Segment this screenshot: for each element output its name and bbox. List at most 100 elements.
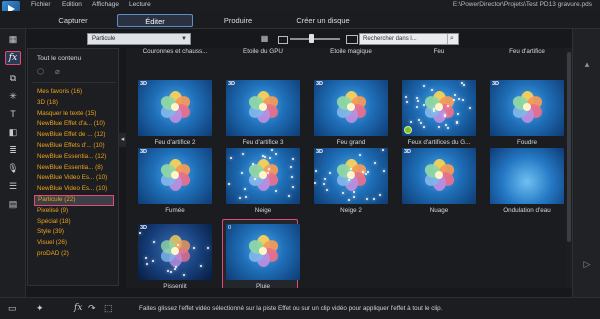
effect-tile[interactable]: Ondulation d'eau (490, 148, 566, 214)
effect-badge: 3D (316, 149, 324, 155)
effect-tile[interactable]: 3D Pissenlit (138, 224, 214, 288)
media-room-icon[interactable]: ▦ (5, 32, 21, 46)
menu-lecture[interactable]: Lecture (129, 1, 151, 8)
category-item[interactable]: NewBlue Essentia... (8) (34, 163, 114, 174)
effect-tile[interactable]: 3D Feu grand (314, 80, 390, 146)
category-item[interactable]: 3D (18) (34, 98, 114, 109)
effect-thumbnail[interactable]: 3D (490, 80, 564, 136)
sparkle (152, 259, 155, 262)
flower-graphic (333, 90, 369, 124)
effect-badge: 3D (228, 81, 236, 87)
effect-thumbnail[interactable]: 3D (138, 148, 212, 204)
effect-thumbnail[interactable]: 3D (138, 80, 212, 136)
effect-badge: 3D (140, 225, 148, 231)
effect-thumbnail[interactable]: 3D (314, 148, 388, 204)
play-icon[interactable]: ▷ (581, 259, 593, 271)
tag-icon[interactable]: ⬡ (37, 67, 47, 77)
tab-produire[interactable]: Produire (203, 14, 273, 27)
category-item[interactable]: Spécial (18) (34, 217, 114, 228)
category-item[interactable]: NewBlue Essentia... (12) (34, 152, 114, 163)
effect-thumbnail[interactable]: 3D (402, 148, 476, 204)
chevron-down-icon: ▼ (181, 36, 187, 42)
small-thumbnail-icon[interactable] (277, 33, 288, 44)
category-item[interactable]: NewBlue Video Es... (10) (34, 173, 114, 184)
category-dropdown[interactable]: Particule ▼ (87, 33, 191, 45)
grid-view-icon[interactable]: ▦ (259, 33, 270, 44)
effect-thumbnail[interactable]: 3D (314, 80, 388, 136)
delete-tag-icon[interactable]: ⌀ (55, 67, 65, 77)
category-item[interactable]: NewBlue Video Es... (10) (34, 184, 114, 195)
sparkle (417, 99, 420, 102)
title-room-icon[interactable]: T (5, 107, 21, 121)
effect-thumbnail[interactable]: 0 (226, 224, 300, 280)
tab-capturer[interactable]: Capturer (38, 14, 108, 27)
timeline-mode-icon[interactable]: ▭ (8, 303, 17, 314)
status-bar: ▭ ✦ fx ↷ ⬚ Faites glissez l'effet vidéo … (0, 297, 600, 319)
sparkle (455, 122, 458, 125)
sparkle (240, 171, 243, 174)
effect-thumbnail[interactable]: 3D (138, 224, 212, 280)
effect-thumbnail[interactable] (226, 148, 300, 204)
fx-apply-icon[interactable]: fx (74, 303, 82, 313)
category-item[interactable]: NewBlue Effet de ... (12) (34, 130, 114, 141)
menu-edition[interactable]: Edition (62, 1, 82, 8)
menu-fichier[interactable]: Fichier (31, 1, 51, 8)
category-item[interactable]: Pixelisé (9) (34, 206, 114, 217)
effect-tile[interactable]: 3D Foudre (490, 80, 566, 146)
effect-tile[interactable]: Feu (402, 48, 478, 55)
preview-scroll-icon[interactable]: ▴ (581, 59, 593, 71)
transition-room-icon[interactable]: ◧ (5, 125, 21, 139)
apply-to-clip-icon[interactable]: ↷ (88, 303, 96, 314)
effect-tile[interactable]: 3D Neige 2 (314, 148, 390, 214)
effect-tile[interactable]: Feux d'artifices du G... (402, 80, 478, 146)
sparkle (359, 154, 362, 157)
effect-tile[interactable]: 3D Fumée (138, 148, 214, 214)
menu-affichage[interactable]: Affichage (92, 1, 119, 8)
effect-tile[interactable]: Neige (226, 148, 302, 214)
effect-tile[interactable]: 0 Pluie (222, 219, 300, 288)
category-item[interactable]: Mes favoris (16) (34, 87, 114, 98)
subtitle-room-icon[interactable]: ▤ (5, 197, 21, 211)
search-input[interactable]: Rechercher dans l... ⌕ (359, 33, 459, 45)
effect-tile[interactable]: Couronnes et chauss... (138, 48, 214, 55)
category-item[interactable]: Particule (22) (34, 194, 114, 206)
search-icon[interactable]: ⌕ (447, 34, 456, 44)
magic-wand-icon[interactable]: ✦ (36, 303, 44, 314)
effect-tile[interactable]: Feu d'artifice (490, 48, 566, 55)
sparkle (176, 243, 179, 246)
effect-thumbnail[interactable] (490, 148, 564, 204)
sparkle (245, 195, 248, 198)
effect-tile[interactable]: 3D Feu d'artifice 3 (226, 80, 302, 146)
effect-tile[interactable]: 3D Nuage (402, 148, 478, 214)
thumbnail-size-slider[interactable] (290, 38, 340, 40)
add-to-track-icon[interactable]: ⬚ (104, 303, 113, 314)
tab-creer-disque[interactable]: Créer un disque (283, 14, 363, 27)
particle-room-icon[interactable]: ✳ (5, 89, 21, 103)
effect-thumbnail[interactable]: 3D (226, 80, 300, 136)
voiceover-icon[interactable]: 🎙 (5, 161, 21, 175)
effect-label: Étoile magique (330, 48, 372, 55)
effect-tile[interactable]: 3D Feu d'artifice 2 (138, 80, 214, 146)
thumbnail-size-slider-handle[interactable] (309, 34, 314, 43)
sparkle (415, 97, 418, 100)
audio-mixing-icon[interactable]: ≣ (5, 143, 21, 157)
sparkle (367, 171, 370, 174)
category-item[interactable]: Visuel (26) (34, 238, 114, 249)
category-item[interactable]: NewBlue Effet d'a... (10) (34, 119, 114, 130)
category-item[interactable]: proDAD (2) (34, 249, 114, 260)
tab-editer[interactable]: Éditer (117, 14, 193, 27)
category-header[interactable]: Tout le contenu (37, 55, 81, 62)
chapter-room-icon[interactable]: ☰ (5, 179, 21, 193)
category-item[interactable]: Masquer le texte (15) (34, 109, 114, 120)
pip-objects-icon[interactable]: ⧉ (5, 71, 21, 85)
flower-graphic (245, 90, 281, 124)
effect-tile[interactable]: Étoile du GPU (226, 48, 302, 55)
category-item[interactable]: Style (39) (34, 227, 114, 238)
collapse-panel-icon[interactable]: ◂ (119, 133, 126, 147)
category-item[interactable]: NewBlue Effets d'... (10) (34, 141, 114, 152)
scrollbar-thumb[interactable] (567, 52, 571, 242)
fx-icon[interactable]: fx (5, 51, 21, 65)
effect-thumbnail[interactable] (402, 80, 476, 136)
effect-tile[interactable]: Étoile magique (314, 48, 390, 55)
large-thumbnail-icon[interactable] (345, 33, 358, 44)
